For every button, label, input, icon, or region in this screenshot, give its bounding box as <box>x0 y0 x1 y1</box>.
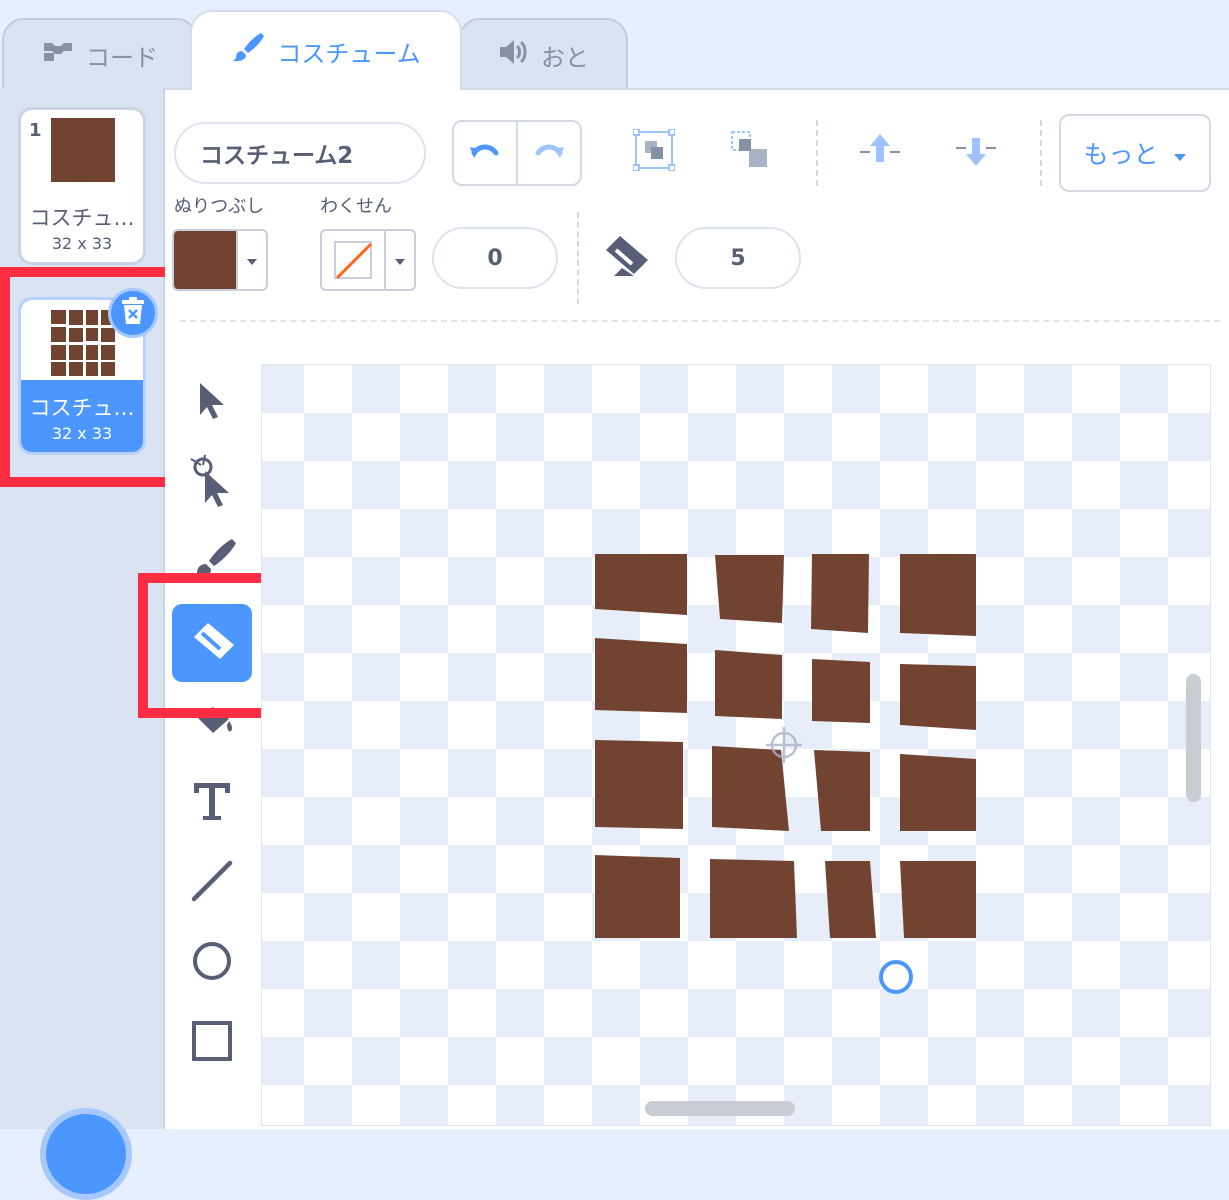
fill-dropdown[interactable] <box>236 231 266 289</box>
caret-down-icon <box>247 251 257 270</box>
redo-button[interactable] <box>518 122 580 184</box>
toolbar-divider <box>1040 120 1042 186</box>
costume-name: コスチュ… <box>29 206 135 230</box>
tab-costumes[interactable]: コスチューム <box>190 10 462 90</box>
costume-size: 32 x 33 <box>51 234 113 253</box>
circle-tool[interactable] <box>181 932 243 994</box>
eraser-cursor <box>879 960 913 994</box>
drawing-canvas[interactable] <box>261 364 1211 1126</box>
tab-code-label: コード <box>86 43 158 72</box>
group-button[interactable] <box>624 122 684 182</box>
speaker-icon <box>497 38 529 72</box>
toolbar-divider <box>816 120 818 186</box>
tab-code[interactable]: コード <box>2 18 198 90</box>
select-icon <box>194 379 230 427</box>
costume-thumbnail <box>51 118 115 182</box>
vertical-scrollbar[interactable] <box>1186 674 1201 802</box>
fill-label: ぬりつぶし <box>174 196 265 217</box>
costume-item-1[interactable]: 1 コスチュ… 32 x 33 <box>18 107 146 265</box>
reshape-tool[interactable] <box>181 452 243 514</box>
undo-button[interactable] <box>454 122 518 184</box>
more-button[interactable]: もっと <box>1059 114 1211 192</box>
forward-button[interactable] <box>850 122 910 182</box>
circle-icon <box>191 940 233 986</box>
line-icon <box>190 859 234 907</box>
redo-icon <box>532 139 566 167</box>
add-costume-button[interactable] <box>40 1108 132 1200</box>
ungroup-button[interactable] <box>720 122 780 182</box>
tab-costumes-label: コスチューム <box>277 39 421 68</box>
horizontal-scrollbar[interactable] <box>645 1101 795 1116</box>
tab-sounds-label: おと <box>541 43 589 72</box>
costume-number: 1 <box>29 120 42 141</box>
arrow-down-icon <box>954 132 998 172</box>
toolbar-divider <box>577 212 579 304</box>
outline-label: わくせん <box>320 196 392 217</box>
caret-down-icon <box>395 251 405 270</box>
costume-artwork <box>595 554 976 994</box>
fill-color-picker[interactable] <box>172 229 268 291</box>
text-tool[interactable] <box>181 772 243 834</box>
eraser-size-input[interactable]: 5 <box>675 227 801 289</box>
code-blocks-icon <box>42 40 74 70</box>
rectangle-tool[interactable] <box>181 1012 243 1074</box>
select-tool[interactable] <box>181 372 243 434</box>
undo-icon <box>468 139 502 167</box>
section-divider <box>180 320 1220 322</box>
more-label: もっと <box>1083 140 1159 169</box>
caret-down-icon <box>1173 139 1187 168</box>
undo-redo-group <box>452 120 582 186</box>
eraser-size-icon <box>600 232 652 284</box>
highlight-frame-costume <box>0 267 176 487</box>
fill-color-swatch <box>174 231 236 289</box>
costume-name-input[interactable]: コスチューム2 <box>174 122 426 184</box>
group-icon <box>632 128 676 175</box>
text-icon <box>192 781 232 825</box>
line-tool[interactable] <box>181 852 243 914</box>
arrow-up-icon <box>858 132 902 172</box>
outline-width-input[interactable]: 0 <box>432 227 558 289</box>
ungroup-icon <box>729 129 771 175</box>
reshape-icon <box>189 453 235 513</box>
outline-dropdown[interactable] <box>384 231 414 289</box>
backward-button[interactable] <box>946 122 1006 182</box>
paintbrush-icon <box>231 31 265 71</box>
outline-color-picker[interactable] <box>320 229 416 291</box>
outline-color-swatch <box>322 231 384 289</box>
tab-sounds[interactable]: おと <box>458 18 628 90</box>
rectangle-icon <box>191 1020 233 1066</box>
